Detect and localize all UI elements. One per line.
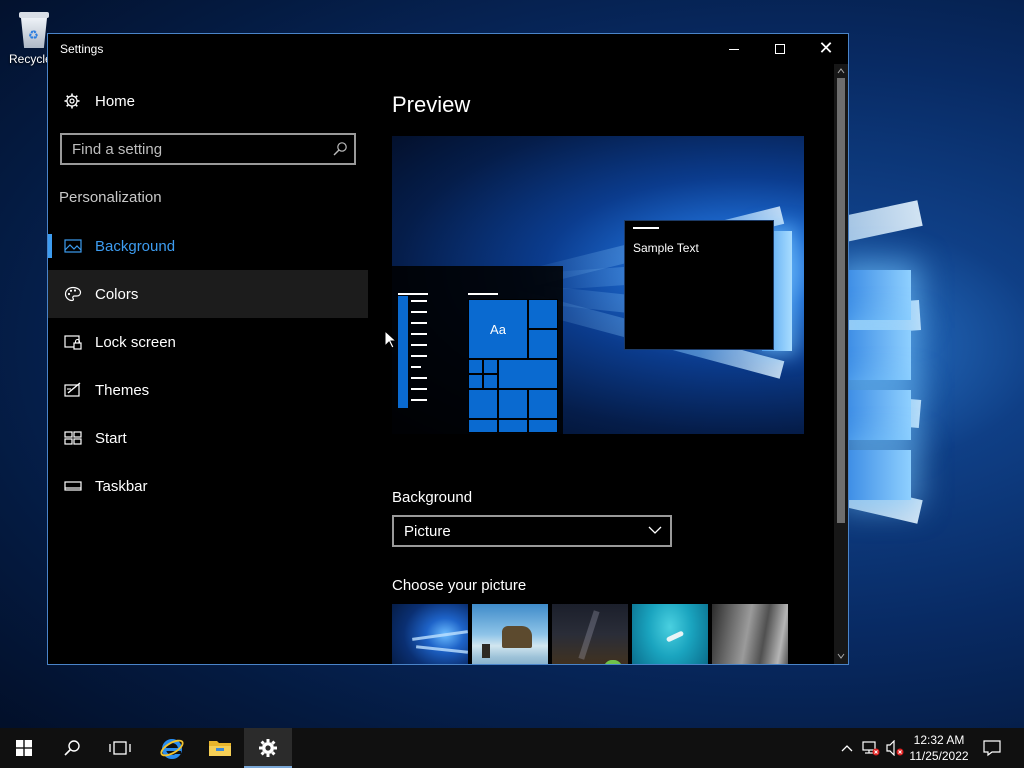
nav-item-lock-screen[interactable]: Lock screen: [48, 318, 368, 366]
recycle-bin-icon: ♻: [17, 10, 51, 50]
section-heading: Personalization: [59, 189, 162, 206]
maximize-icon: [775, 44, 785, 54]
preview-sample-window: Sample Text: [624, 220, 774, 350]
nav-item-label: Themes: [95, 381, 150, 399]
windows-logo-wallpaper: [849, 240, 911, 540]
action-center-button[interactable]: [978, 728, 1006, 768]
volume-tray-button[interactable]: [884, 728, 906, 768]
window-title: Settings: [60, 42, 104, 56]
network-tray-button[interactable]: [860, 728, 882, 768]
search-icon[interactable]: [332, 141, 348, 157]
picture-thumb-beach-rock[interactable]: [472, 604, 548, 664]
page-title: Preview: [392, 92, 471, 117]
scrollbar-thumb[interactable]: [837, 78, 845, 523]
search-button[interactable]: [48, 728, 96, 768]
background-type-dropdown[interactable]: Picture: [392, 515, 672, 547]
title-bar[interactable]: Settings ✕: [48, 34, 848, 64]
minimize-button[interactable]: [711, 34, 757, 64]
preview-tiles: Aa: [468, 299, 558, 433]
scroll-up-icon[interactable]: [837, 67, 845, 75]
close-button[interactable]: ✕: [803, 34, 848, 64]
nav-item-start[interactable]: Start: [48, 414, 368, 462]
gear-icon: [64, 93, 80, 109]
settings-window: Settings ✕ Home Find a setting Personali…: [47, 33, 849, 665]
show-hidden-icons-button[interactable]: [836, 728, 858, 768]
nav-item-background[interactable]: Background: [48, 222, 368, 270]
home-link[interactable]: Home: [48, 76, 368, 126]
taskbar: 12:32 AM 11/25/2022: [0, 728, 1024, 768]
picture-thumb-night-sky-tent[interactable]: [552, 604, 628, 664]
nav-item-label: Colors: [95, 285, 139, 303]
picture-icon: [64, 239, 82, 253]
maximize-button[interactable]: [757, 34, 803, 64]
scroll-down-icon[interactable]: [837, 652, 845, 660]
network-icon: [862, 741, 880, 756]
volume-muted-icon: [886, 740, 904, 756]
nav-item-taskbar[interactable]: Taskbar: [48, 462, 368, 510]
content-pane: Preview Aa Sample Text Background Pictur…: [368, 64, 834, 664]
background-preview: Aa Sample Text: [392, 136, 804, 434]
preview-start-menu: Aa: [392, 266, 563, 434]
nav-item-label: Start: [95, 429, 127, 447]
task-view-button[interactable]: [96, 728, 144, 768]
clock-time: 12:32 AM: [913, 733, 965, 747]
settings-search-box[interactable]: [60, 133, 356, 165]
settings-icon: [259, 739, 277, 757]
search-icon: [64, 740, 80, 756]
chevron-up-icon: [841, 745, 853, 752]
minimize-icon: [729, 48, 739, 50]
background-type-label: Background: [392, 489, 473, 506]
taskbar-clock[interactable]: 12:32 AM 11/25/2022: [904, 732, 974, 764]
lock-screen-icon: [64, 335, 82, 350]
search-input[interactable]: [62, 135, 332, 163]
chevron-down-icon: [648, 526, 662, 534]
mouse-cursor-icon: [384, 330, 398, 349]
preview-sample-text: Sample Text: [633, 241, 699, 255]
preview-tile-aa: Aa: [468, 299, 528, 359]
background-type-value: Picture: [404, 523, 451, 540]
file-explorer-icon: [209, 741, 231, 756]
task-view-icon: [109, 741, 131, 755]
settings-taskbar-button[interactable]: [244, 728, 292, 768]
file-explorer-button[interactable]: [196, 728, 244, 768]
action-center-icon: [983, 740, 1001, 757]
taskbar-icon: [64, 481, 82, 491]
themes-icon: [64, 382, 81, 397]
internet-explorer-button[interactable]: [148, 728, 196, 768]
picture-thumb-underwater-swimmer[interactable]: [632, 604, 708, 664]
internet-explorer-icon: [160, 739, 184, 759]
settings-nav: Home Personalization Background Colors: [48, 64, 368, 664]
picture-thumbnails: [392, 604, 792, 664]
start-button[interactable]: [0, 728, 48, 768]
picture-thumb-rock-cliff[interactable]: [712, 604, 788, 664]
nav-item-colors[interactable]: Colors: [48, 270, 368, 318]
start-icon: [16, 740, 32, 756]
nav-item-label: Background: [95, 237, 176, 255]
home-label: Home: [95, 92, 136, 110]
picture-thumb-windows-light[interactable]: [392, 604, 469, 664]
palette-icon: [64, 286, 82, 302]
content-scrollbar[interactable]: [834, 64, 848, 664]
nav-item-label: Taskbar: [95, 477, 148, 495]
nav-item-themes[interactable]: Themes: [48, 366, 368, 414]
choose-picture-label: Choose your picture: [392, 577, 527, 594]
close-icon: ✕: [818, 38, 834, 59]
clock-date: 11/25/2022: [909, 749, 969, 763]
nav-item-label: Lock screen: [95, 333, 176, 351]
start-icon: [64, 431, 82, 445]
